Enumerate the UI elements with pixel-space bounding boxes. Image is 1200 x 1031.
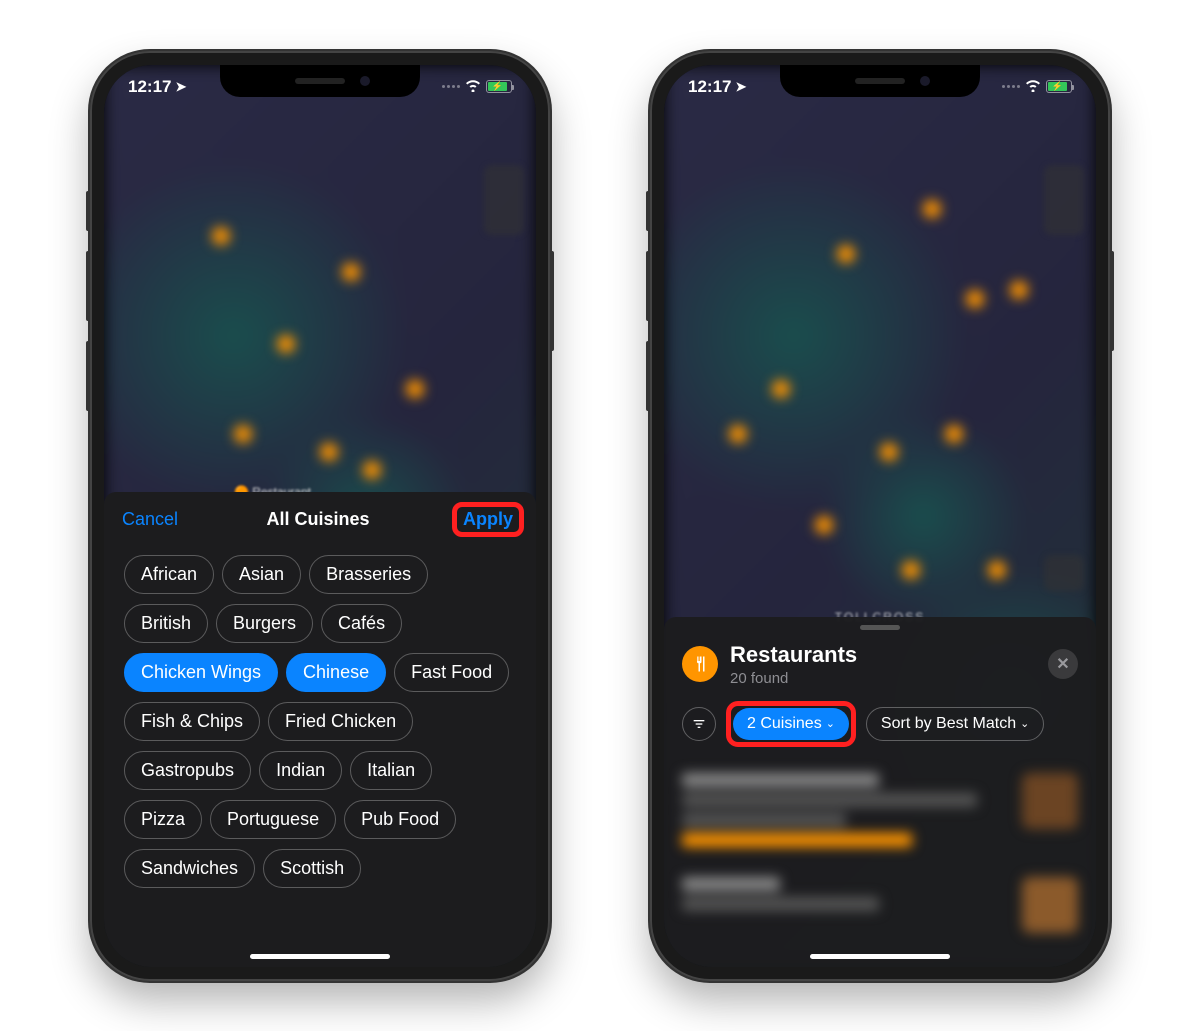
- phone-frame-left: 12:17 ➤ 🟠 Restaurant Can: [90, 51, 550, 981]
- cuisine-chip[interactable]: Fast Food: [394, 653, 509, 692]
- phone-frame-right: 12:17 ➤ TOLLC: [650, 51, 1110, 981]
- result-item[interactable]: [664, 865, 1096, 945]
- cuisine-chip[interactable]: Portuguese: [210, 800, 336, 839]
- cuisine-chip[interactable]: Pizza: [124, 800, 202, 839]
- sheet-grabber[interactable]: [860, 625, 900, 630]
- cuisine-chip[interactable]: Burgers: [216, 604, 313, 643]
- location-services-icon: ➤: [175, 79, 186, 95]
- notch: [780, 65, 980, 97]
- cuisine-chip[interactable]: Cafés: [321, 604, 402, 643]
- notch: [220, 65, 420, 97]
- filter-icon-button[interactable]: [682, 707, 716, 741]
- map-location-button[interactable]: [1044, 555, 1084, 591]
- screen-left: 12:17 ➤ 🟠 Restaurant Can: [104, 65, 536, 967]
- cuisine-chip-list: AfricanAsianBrasseries BritishBurgersCafé…: [104, 545, 536, 898]
- cuisine-chip[interactable]: Chicken Wings: [124, 653, 278, 692]
- results-count: 20 found: [730, 670, 1036, 687]
- cellular-icon: [1002, 85, 1020, 88]
- status-time: 12:17: [128, 77, 171, 97]
- cuisine-chip[interactable]: Chinese: [286, 653, 386, 692]
- wifi-icon: [1024, 78, 1042, 96]
- cellular-icon: [442, 85, 460, 88]
- cuisine-chip[interactable]: Fried Chicken: [268, 702, 413, 741]
- cancel-button[interactable]: Cancel: [122, 509, 178, 530]
- home-indicator[interactable]: [250, 954, 390, 959]
- battery-icon: [1046, 80, 1072, 93]
- cuisine-chip[interactable]: Gastropubs: [124, 751, 251, 790]
- apply-button[interactable]: Apply: [463, 509, 513, 529]
- cuisine-chip[interactable]: British: [124, 604, 208, 643]
- home-indicator[interactable]: [810, 954, 950, 959]
- sort-pill[interactable]: Sort by Best Match ⌄: [866, 707, 1044, 741]
- sheet-title: All Cuisines: [266, 509, 369, 530]
- result-item[interactable]: [664, 761, 1096, 865]
- wifi-icon: [464, 78, 482, 96]
- status-time: 12:17: [688, 77, 731, 97]
- cuisine-filter-label: 2 Cuisines: [747, 715, 822, 733]
- chevron-down-icon: ⌄: [1020, 717, 1029, 730]
- cuisine-filter-highlight: 2 Cuisines ⌄: [726, 701, 856, 747]
- battery-icon: [486, 80, 512, 93]
- results-sheet: Restaurants 20 found ✕ 2 Cuisines ⌄ Sort…: [664, 617, 1096, 967]
- screen-right: 12:17 ➤ TOLLC: [664, 65, 1096, 967]
- cuisine-chip[interactable]: Indian: [259, 751, 342, 790]
- cuisine-chip[interactable]: Asian: [222, 555, 301, 594]
- restaurant-category-icon: [682, 646, 718, 682]
- apply-highlight: Apply: [452, 502, 524, 537]
- cuisine-chip[interactable]: Sandwiches: [124, 849, 255, 888]
- sheet-header: Cancel All Cuisines Apply: [104, 492, 536, 545]
- cuisine-filter-pill[interactable]: 2 Cuisines ⌄: [733, 708, 849, 740]
- cuisine-chip[interactable]: Pub Food: [344, 800, 456, 839]
- cuisine-chip[interactable]: Brasseries: [309, 555, 428, 594]
- result-thumbnail: [1022, 773, 1078, 829]
- result-thumbnail: [1022, 877, 1078, 933]
- cuisine-filter-sheet: Cancel All Cuisines Apply AfricanAsianBr…: [104, 492, 536, 967]
- cuisine-chip[interactable]: Italian: [350, 751, 432, 790]
- cuisine-chip[interactable]: Fish & Chips: [124, 702, 260, 741]
- filter-row: 2 Cuisines ⌄ Sort by Best Match ⌄: [664, 697, 1096, 761]
- chevron-down-icon: ⌄: [826, 717, 835, 730]
- cuisine-chip[interactable]: Scottish: [263, 849, 361, 888]
- map-controls[interactable]: [1044, 165, 1084, 235]
- results-header: Restaurants 20 found ✕: [664, 638, 1096, 697]
- sort-label: Sort by Best Match: [881, 715, 1016, 733]
- map-controls[interactable]: [484, 165, 524, 235]
- location-services-icon: ➤: [735, 79, 746, 95]
- close-button[interactable]: ✕: [1048, 649, 1078, 679]
- results-title: Restaurants: [730, 642, 1036, 668]
- cuisine-chip[interactable]: African: [124, 555, 214, 594]
